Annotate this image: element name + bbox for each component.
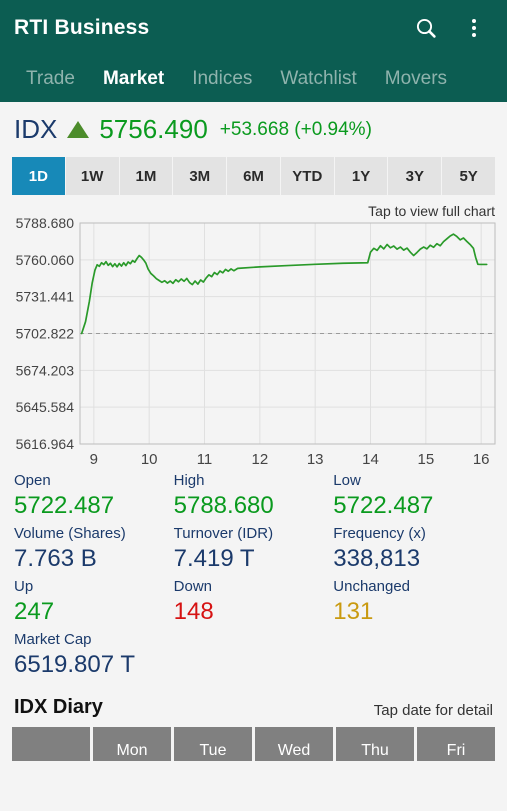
- stat-value: 338,813: [333, 545, 421, 572]
- stat-label: Down: [173, 578, 212, 595]
- tab-trade[interactable]: Trade: [12, 55, 89, 102]
- tab-market[interactable]: Market: [89, 55, 178, 102]
- svg-text:16: 16: [473, 451, 490, 466]
- stat-empty: [333, 629, 493, 682]
- tab-movers[interactable]: Movers: [371, 55, 461, 102]
- diary-col-wed[interactable]: Wed: [255, 727, 333, 761]
- search-icon[interactable]: [413, 15, 439, 41]
- period-selector: 1D 1W 1M 3M 6M YTD 1Y 3Y 5Y: [12, 157, 496, 195]
- period-3y[interactable]: 3Y: [388, 157, 443, 195]
- stat-value: 5788.680: [173, 492, 274, 519]
- period-1m[interactable]: 1M: [119, 157, 174, 195]
- stat-row: Open 5722.487 High 5788.680 Low 5722.487: [14, 470, 493, 523]
- stat-volume: Volume (Shares) 7.763 B: [14, 523, 174, 576]
- index-chart[interactable]: Tap to view full chart 5788.680 5760.060 5…: [0, 201, 507, 466]
- tab-watchlist[interactable]: Watchlist: [266, 55, 370, 102]
- diary-table: Mon Tue Wed Thu Fri: [12, 727, 495, 761]
- stat-unchanged: Unchanged 131: [333, 576, 493, 629]
- stat-label: High: [173, 472, 205, 489]
- diary-col-tue[interactable]: Tue: [174, 727, 252, 761]
- period-ytd[interactable]: YTD: [280, 157, 335, 195]
- diary-col-blank: [12, 727, 90, 761]
- index-summary[interactable]: IDX 5756.490 +53.668 (+0.94%): [0, 102, 507, 151]
- svg-text:5616.964: 5616.964: [16, 436, 75, 452]
- period-5y[interactable]: 5Y: [442, 157, 496, 195]
- diary-hint: Tap date for detail: [373, 702, 493, 719]
- stat-low: Low 5722.487: [333, 470, 493, 523]
- overflow-menu-icon[interactable]: [461, 15, 487, 41]
- index-change: +53.668 (+0.94%): [219, 118, 372, 140]
- svg-text:5760.060: 5760.060: [16, 252, 75, 268]
- index-value: 5756.490: [99, 114, 208, 144]
- svg-text:5788.680: 5788.680: [16, 215, 75, 231]
- app-bar: RTI Business: [0, 0, 507, 55]
- stat-value: 5722.487: [14, 492, 115, 519]
- svg-text:10: 10: [141, 451, 158, 466]
- stat-value: 131: [333, 598, 374, 625]
- period-1d[interactable]: 1D: [12, 157, 66, 195]
- diary-col-fri[interactable]: Fri: [417, 727, 495, 761]
- stat-market-cap: Market Cap 6519.807 T: [14, 629, 174, 682]
- stat-label: Frequency (x): [333, 525, 426, 542]
- svg-text:5674.203: 5674.203: [16, 362, 75, 378]
- period-3m[interactable]: 3M: [173, 157, 228, 195]
- svg-text:11: 11: [197, 451, 213, 466]
- svg-text:9: 9: [90, 451, 98, 466]
- diary-col-thu[interactable]: Thu: [336, 727, 414, 761]
- stat-up: Up 247: [14, 576, 174, 629]
- stat-label: Unchanged: [333, 578, 411, 595]
- app-title: RTI Business: [14, 15, 150, 39]
- svg-text:15: 15: [417, 451, 434, 466]
- stat-value: 7.419 T: [173, 545, 255, 572]
- stat-label: Up: [14, 578, 34, 595]
- stat-frequency: Frequency (x) 338,813: [333, 523, 493, 576]
- chart-canvas[interactable]: 5788.680 5760.060 5731.441 5702.822 5674.203…: [0, 201, 507, 466]
- tab-indices[interactable]: Indices: [178, 55, 266, 102]
- svg-text:5645.584: 5645.584: [16, 399, 75, 415]
- stat-turnover: Turnover (IDR) 7.419 T: [174, 523, 334, 576]
- period-6m[interactable]: 6M: [227, 157, 281, 195]
- diary-header: IDX Diary Tap date for detail: [0, 682, 507, 727]
- svg-text:5731.441: 5731.441: [16, 289, 75, 305]
- svg-text:13: 13: [307, 451, 324, 466]
- stat-label: Volume (Shares): [14, 525, 126, 542]
- market-stats: Open 5722.487 High 5788.680 Low 5722.487…: [0, 466, 507, 682]
- index-name: IDX: [14, 114, 58, 144]
- stat-open: Open 5722.487: [14, 470, 174, 523]
- stat-label: Low: [333, 472, 361, 489]
- stat-label: Turnover (IDR): [173, 525, 274, 542]
- stat-value: 247: [14, 598, 55, 625]
- stat-row: Volume (Shares) 7.763 B Turnover (IDR) 7…: [14, 523, 493, 576]
- stat-row: Up 247 Down 148 Unchanged 131: [14, 576, 493, 629]
- stat-value: 148: [173, 598, 214, 625]
- svg-text:14: 14: [362, 451, 379, 466]
- stat-label: Market Cap: [14, 631, 92, 648]
- chart-hint: Tap to view full chart: [368, 203, 495, 219]
- tab-bar: Trade Market Indices Watchlist Movers: [0, 55, 507, 102]
- svg-text:5702.822: 5702.822: [16, 326, 75, 342]
- triangle-up-icon: [67, 121, 90, 138]
- stat-value: 6519.807 T: [14, 651, 135, 678]
- stat-label: Open: [14, 472, 51, 489]
- svg-text:12: 12: [251, 451, 268, 466]
- stat-value: 5722.487: [333, 492, 434, 519]
- diary-col-mon[interactable]: Mon: [93, 727, 171, 761]
- period-1w[interactable]: 1W: [65, 157, 120, 195]
- stat-empty: [174, 629, 334, 682]
- stat-value: 7.763 B: [14, 545, 97, 572]
- app-bar-actions: [413, 15, 493, 41]
- diary-title: IDX Diary: [14, 696, 103, 718]
- stat-high: High 5788.680: [174, 470, 334, 523]
- stat-row: Market Cap 6519.807 T: [14, 629, 493, 682]
- stat-down: Down 148: [174, 576, 334, 629]
- period-1y[interactable]: 1Y: [334, 157, 389, 195]
